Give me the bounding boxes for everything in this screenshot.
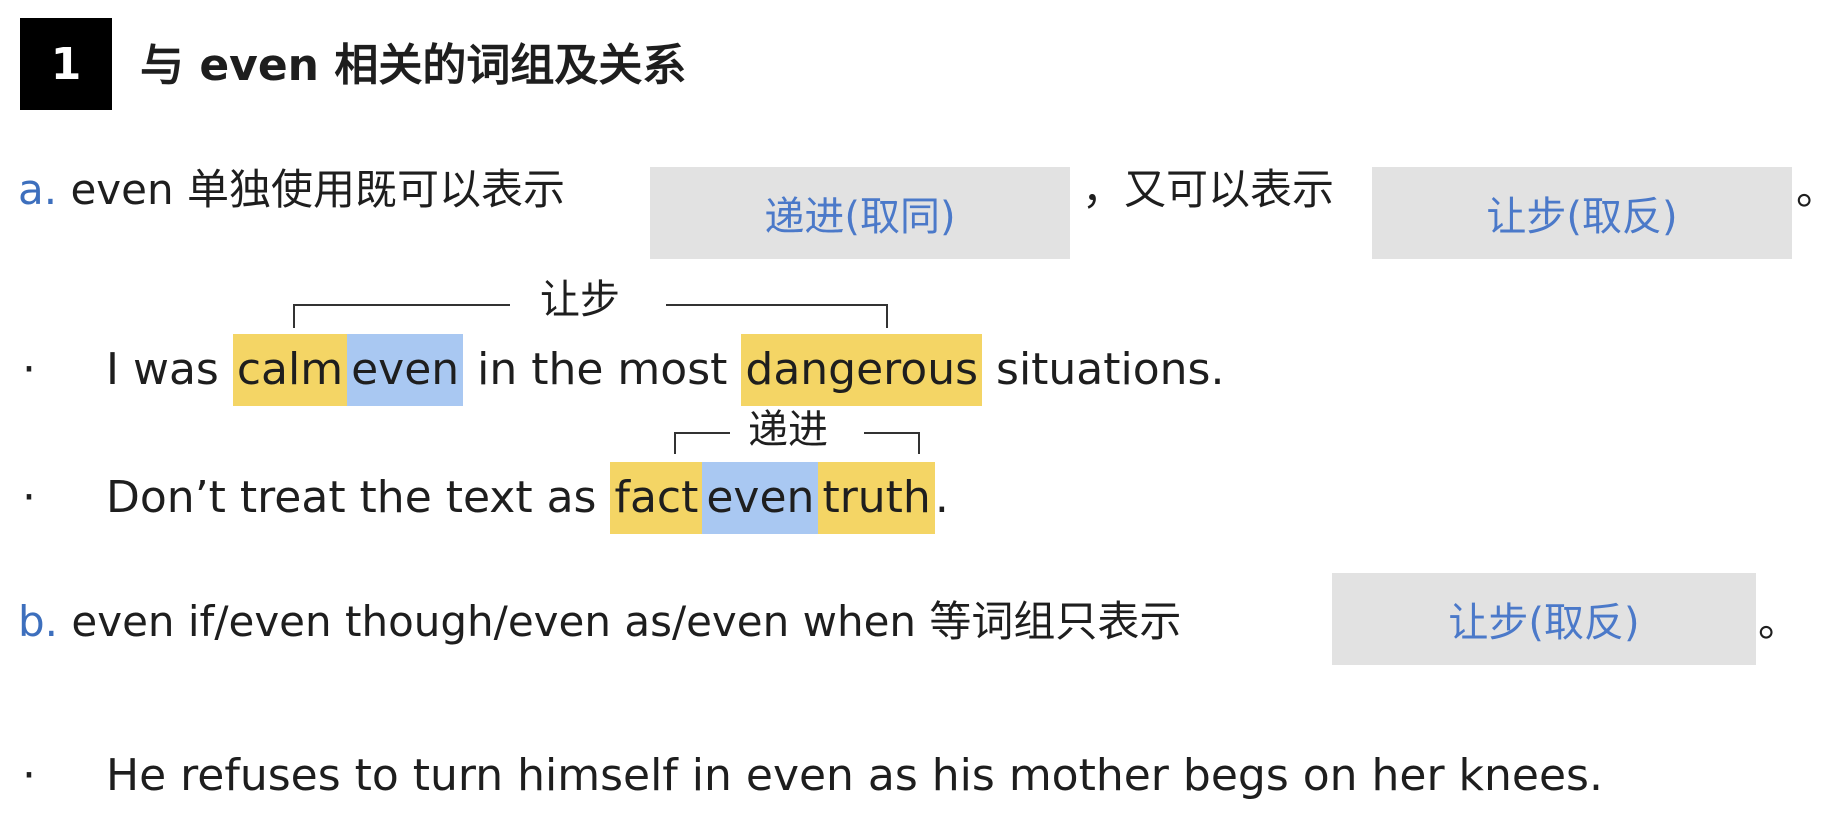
section-number-badge: 1 [20, 18, 112, 110]
bracket-2-left-tick [674, 432, 676, 454]
highlight-even: even [702, 462, 819, 534]
blank-1: 递进(取同) [650, 167, 1070, 259]
bracket-2-left-line [674, 432, 730, 434]
highlight-dangerous: dangerous [741, 334, 983, 406]
highlight-calm: calm [232, 334, 348, 406]
highlight-even: even [347, 334, 464, 406]
point-b-marker: b. [18, 597, 59, 646]
point-a-marker: a. [18, 165, 58, 214]
point-b-text-end: 。 [1758, 597, 1801, 646]
section-title: 与 even 相关的词组及关系 [140, 40, 687, 91]
bracket-1-left-line [293, 304, 510, 306]
example-2-text: . [934, 472, 949, 523]
bracket-2-label: 递进 [748, 407, 828, 453]
point-a-text-middle: ，又可以表示 [1082, 165, 1335, 214]
example-1-text: I was [106, 344, 233, 395]
point-a-line: a. even 单独使用既可以表示 [18, 162, 565, 218]
point-b-line: b. even if/even though/even as/even when… [18, 594, 1181, 650]
bracket-2-right-tick [918, 432, 920, 454]
example-1-sentence: I was calm even in the most dangerous sit… [106, 334, 1224, 406]
bullet-3: · [22, 750, 36, 801]
point-b-text-before: even if/even though/even as/even when 等词… [71, 597, 1182, 646]
bracket-1-label: 让步 [540, 277, 620, 323]
bracket-1-right-tick [886, 304, 888, 328]
bracket-1-left-tick [293, 304, 295, 328]
example-1-text: situations. [982, 344, 1225, 395]
blank-3: 让步(取反) [1332, 573, 1756, 665]
bullet-2: · [22, 472, 36, 523]
example-1-text: in the most [463, 344, 742, 395]
highlight-fact: fact [610, 462, 703, 534]
example-2-text: Don’t treat the text as [106, 472, 611, 523]
example-2-sentence: Don’t treat the text as fact even truth. [106, 462, 949, 534]
bracket-1-right-line [666, 304, 888, 306]
blank-2: 让步(取反) [1372, 167, 1792, 259]
bracket-2-right-line [864, 432, 920, 434]
point-a-text-end: 。 [1796, 162, 1821, 218]
example-3-sentence: He refuses to turn himself in even as hi… [106, 750, 1603, 801]
point-a-text-before: even 单独使用既可以表示 [70, 165, 565, 214]
highlight-truth: truth [818, 462, 935, 534]
bullet-1: · [22, 344, 36, 395]
